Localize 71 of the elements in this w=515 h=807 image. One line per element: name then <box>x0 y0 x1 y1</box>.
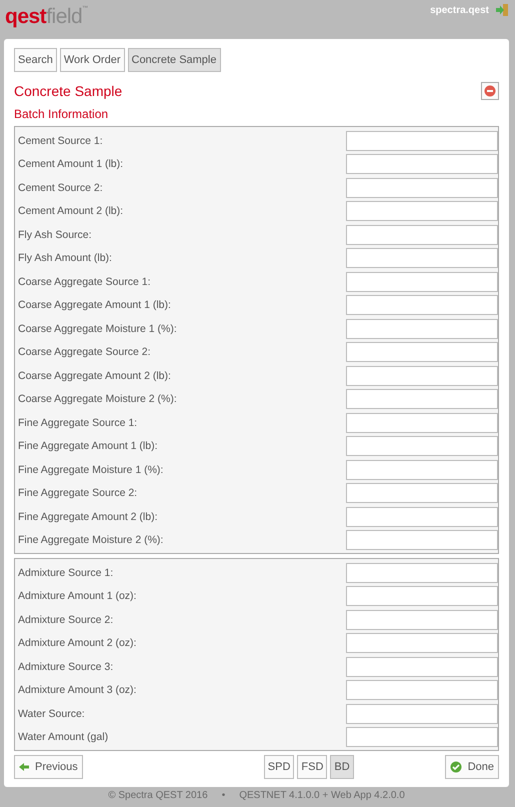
input-field[interactable] <box>346 436 498 456</box>
input-field[interactable] <box>346 318 498 339</box>
field-label: Coarse Aggregate Amount 2 (lb): <box>18 370 171 382</box>
field-label: Admixture Amount 3 (oz): <box>18 684 136 696</box>
field-label: Coarse Aggregate Amount 1 (lb): <box>18 299 171 312</box>
field-label: Fine Aggregate Amount 1 (lb): <box>18 440 158 452</box>
input-field[interactable] <box>346 506 498 527</box>
input-field[interactable] <box>346 530 498 550</box>
field-label: Coarse Aggregate Moisture 1 (%): <box>18 322 177 335</box>
page-tab[interactable]: BD <box>330 755 354 779</box>
field-label: Coarse Aggregate Source 2: <box>18 346 151 358</box>
minus-icon <box>484 85 496 97</box>
field-label: Fine Aggregate Moisture 2 (%): <box>18 534 164 546</box>
field-label: Fine Aggregate Source 2: <box>18 487 138 500</box>
breadcrumb-tab[interactable]: Search <box>14 48 57 72</box>
section-heading: Batch Information <box>14 107 110 121</box>
field-label: Fine Aggregate Source 1: <box>18 416 138 429</box>
version-text: QESTNET 4.1.0.0 + Web App 4.2.0.0 <box>239 790 405 801</box>
logout-icon[interactable] <box>495 3 509 17</box>
page-tab[interactable]: SPD <box>264 755 294 779</box>
breadcrumb-tab[interactable]: Work Order <box>60 48 124 72</box>
input-field[interactable] <box>346 412 498 433</box>
field-label: Admixture Source 3: <box>18 660 114 673</box>
input-field[interactable] <box>346 130 498 151</box>
input-field[interactable] <box>346 460 498 480</box>
page-tab[interactable]: FSD <box>297 755 328 779</box>
field-label: Admixture Source 2: <box>18 614 114 626</box>
field-label: Admixture Amount 1 (oz): <box>18 590 136 602</box>
field-label: Cement Amount 1 (lb): <box>18 158 124 170</box>
input-field[interactable] <box>346 342 498 362</box>
field-label: Fly Ash Source: <box>18 228 92 241</box>
input-field[interactable] <box>346 366 498 386</box>
input-field[interactable] <box>346 586 498 606</box>
input-field[interactable] <box>346 248 498 268</box>
field-label: Fine Aggregate Moisture 1 (%): <box>18 464 164 476</box>
input-field[interactable] <box>346 201 498 222</box>
remove-button[interactable] <box>481 82 499 100</box>
input-field[interactable] <box>346 224 498 245</box>
input-field[interactable] <box>346 680 498 700</box>
input-field[interactable] <box>346 610 498 630</box>
field-label: Coarse Aggregate Moisture 2 (%): <box>18 393 177 406</box>
copyright-text: © Spectra QEST 2016 <box>108 790 208 801</box>
field-label: Coarse Aggregate Source 1: <box>18 276 151 288</box>
input-field[interactable] <box>346 483 498 504</box>
input-field[interactable] <box>346 154 498 174</box>
previous-button[interactable]: Previous <box>14 755 83 779</box>
field-label: Water Source: <box>18 708 85 720</box>
page-title: Concrete Sample <box>14 83 122 99</box>
field-label: Cement Source 1: <box>18 134 103 147</box>
username: spectra.qest <box>430 4 489 16</box>
separator-dot: • <box>222 790 226 801</box>
field-label: Admixture Amount 2 (oz): <box>18 637 136 650</box>
input-field[interactable] <box>346 656 498 677</box>
field-label: Cement Source 2: <box>18 182 103 194</box>
breadcrumb-tab[interactable]: Concrete Sample <box>128 48 220 72</box>
input-field[interactable] <box>346 389 498 410</box>
field-label: Admixture Source 1: <box>18 566 114 579</box>
input-field[interactable] <box>346 295 498 316</box>
input-field[interactable] <box>346 272 498 292</box>
field-label: Water Amount (gal) <box>18 731 108 744</box>
field-label: Cement Amount 2 (lb): <box>18 205 124 218</box>
input-field[interactable] <box>346 704 498 724</box>
input-field[interactable] <box>346 633 498 654</box>
input-field[interactable] <box>346 562 498 583</box>
arrow-left-icon <box>19 762 29 772</box>
checkmark-icon <box>450 761 462 773</box>
input-field[interactable] <box>346 727 498 748</box>
input-field[interactable] <box>346 178 498 198</box>
field-label: Fine Aggregate Amount 2 (lb): <box>18 510 158 523</box>
field-label: Fly Ash Amount (lb): <box>18 252 112 264</box>
done-button[interactable]: Done <box>444 755 499 779</box>
